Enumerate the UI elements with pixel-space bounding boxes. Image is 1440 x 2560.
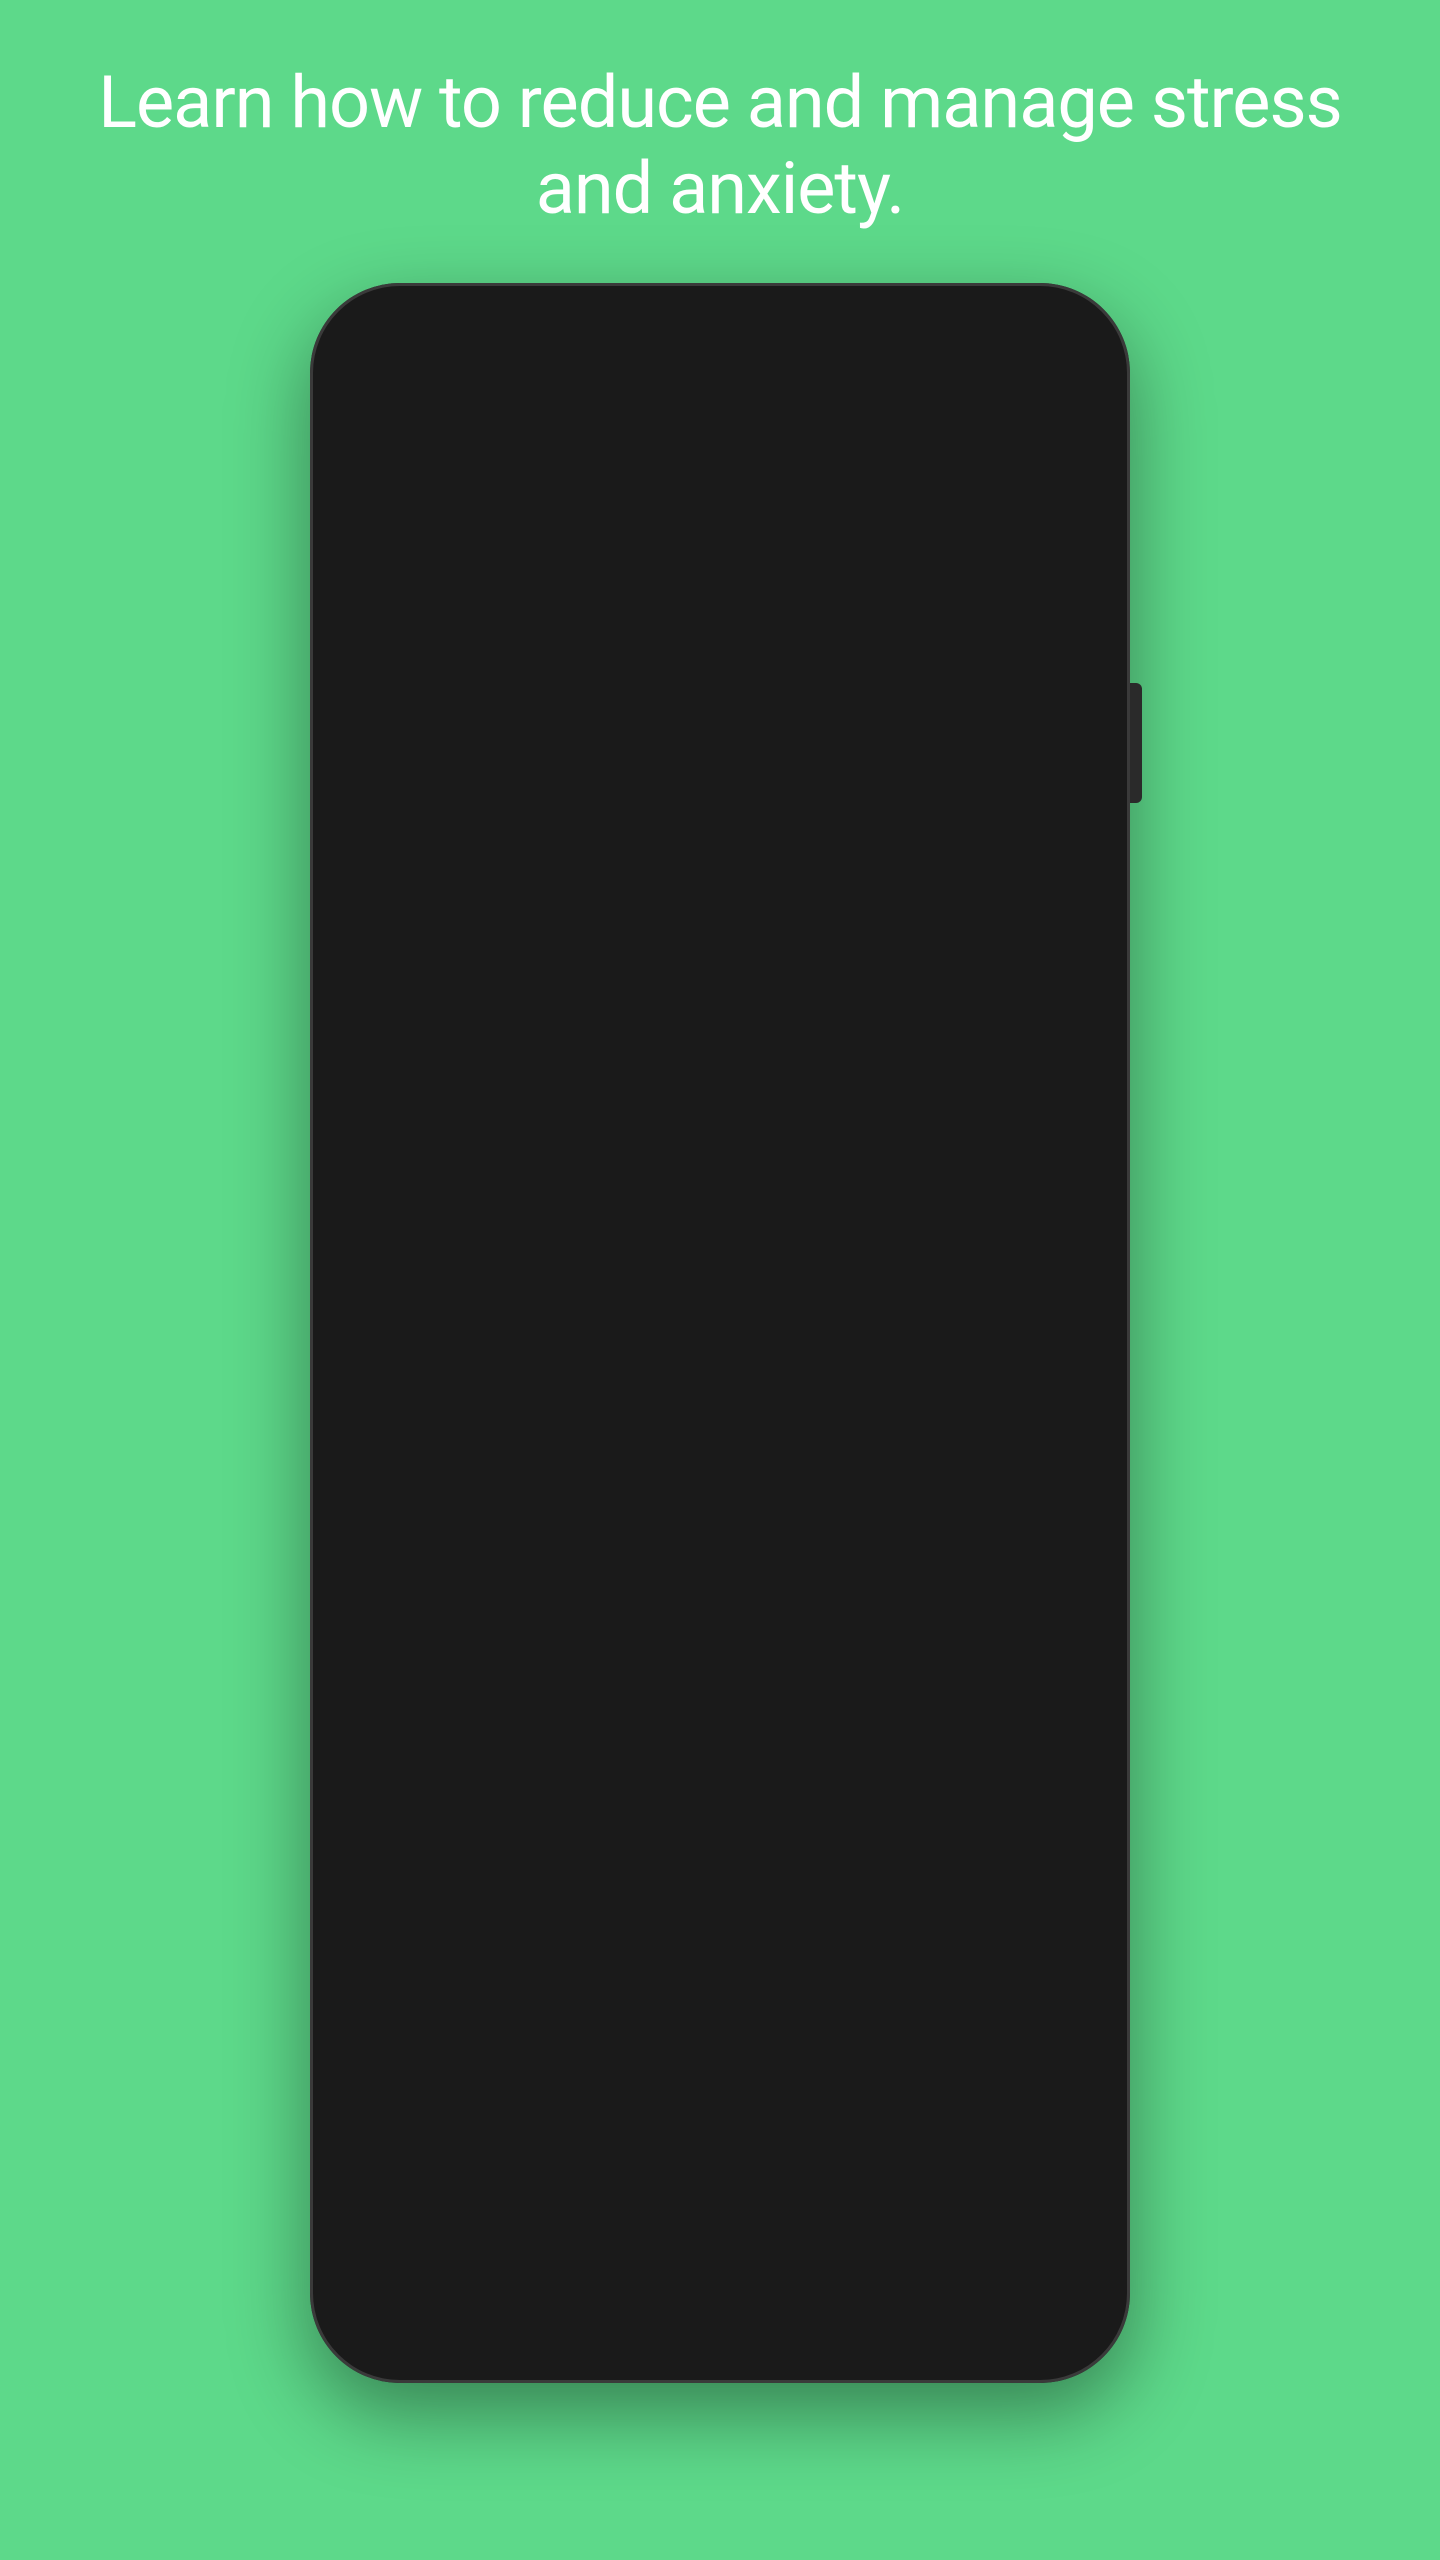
explore-icon <box>846 2238 890 2282</box>
card-title-introduction: Introduction <box>368 466 1010 506</box>
app-header: HABITS <box>340 373 1100 431</box>
nav-item-habits[interactable]: Habits <box>646 2228 794 2317</box>
status-icons: ⏰ 🔷 🔇 📶 ▌▌▌ 92% 🔋 <box>787 334 1060 360</box>
bluetooth-icon: 🔷 <box>823 334 850 359</box>
habit-card-active[interactable]: Be Active You can boost your energy and … <box>340 851 1100 1061</box>
card-desc-active: You can boost your energy and your brain… <box>368 936 1010 1028</box>
nav-label-feed: Feed <box>552 2289 591 2310</box>
battery-icon: 92% <box>984 334 1025 359</box>
nav-item-charley[interactable]: Charley <box>350 2235 498 2310</box>
habits-list: Introduction Five ways to wellbeing will… <box>340 431 1100 2215</box>
alarm-icon: ⏰ <box>787 334 814 359</box>
card-arrow-notice[interactable]: › <box>1024 1139 1076 1191</box>
signal-icon: ▌▌▌ <box>929 334 976 360</box>
card-arrow-connect[interactable]: › <box>1024 719 1076 771</box>
card-content-give: Give <box>340 1481 1100 1629</box>
home-bar <box>650 2342 790 2348</box>
nav-icon-habits <box>688 2228 752 2292</box>
status-time: 10:38 <box>380 332 447 362</box>
card-arrow-introduction[interactable]: › <box>1024 509 1076 561</box>
nav-label-journal: Journal <box>986 2289 1046 2310</box>
card-content-learning: Keep Learning All work and no play makes… <box>340 1271 1100 1479</box>
habit-card-learning[interactable]: Keep Learning All work and no play makes… <box>340 1271 1100 1481</box>
card-desc-connect: Even the most sociable people can feel l… <box>368 726 1010 818</box>
page-header: Learn how to reduce and manage stress an… <box>0 0 1440 273</box>
card-title-connect: Connect <box>368 676 1010 716</box>
nav-icon-feed <box>547 2235 597 2285</box>
charley-icon <box>402 2238 446 2282</box>
status-bar: 10:38 ⏰ 🔷 🔇 📶 ▌▌▌ 92% 🔋 <box>340 313 1100 373</box>
habit-card-connect[interactable]: Connect Even the most sociable people ca… <box>340 641 1100 851</box>
card-title-give: Give <box>368 1532 1010 1572</box>
nav-label-charley: Charley <box>394 2289 454 2310</box>
card-title-active: Be Active <box>368 886 1010 926</box>
nav-label-habits: Habits <box>694 2296 747 2317</box>
card-arrow-active[interactable]: › <box>1024 929 1076 981</box>
habits-icon <box>688 2228 752 2292</box>
battery-full-icon: 🔋 <box>1033 334 1060 359</box>
nav-icon-explore <box>843 2235 893 2285</box>
nav-item-explore[interactable]: Explore <box>794 2235 942 2310</box>
wifi-icon: 📶 <box>894 334 921 359</box>
card-arrow-learning[interactable]: › <box>1024 1349 1076 1401</box>
home-indicator <box>340 2337 1100 2353</box>
habit-card-notice[interactable]: Take Notice The Human mind is both a gif… <box>340 1061 1100 1271</box>
phone-wrapper: 10:38 ⏰ 🔷 🔇 📶 ▌▌▌ 92% 🔋 HABITS <box>310 283 1130 2383</box>
mute-icon: 🔇 <box>858 334 885 359</box>
nav-item-feed[interactable]: Feed <box>498 2235 646 2310</box>
card-content-active: Be Active You can boost your energy and … <box>340 851 1100 1059</box>
card-title-learning: Keep Learning <box>368 1306 1010 1346</box>
card-content-connect: Connect Even the most sociable people ca… <box>340 641 1100 849</box>
app-title: HABITS <box>340 385 1100 415</box>
bottom-nav: Charley Feed <box>340 2215 1100 2337</box>
card-content-introduction: Introduction Five ways to wellbeing will… <box>340 431 1100 639</box>
card-desc-learning: All work and no play makes jack a dull b… <box>368 1356 1010 1448</box>
nav-icon-journal <box>991 2235 1041 2285</box>
journal-icon <box>994 2238 1038 2282</box>
page-title: Learn how to reduce and manage stress an… <box>80 60 1360 233</box>
card-content-notice: Take Notice The Human mind is both a gif… <box>340 1061 1100 1269</box>
card-desc-notice: The Human mind is both a gift and a curs… <box>368 1146 1010 1238</box>
nav-label-explore: Explore <box>838 2289 897 2310</box>
feed-icon <box>550 2238 594 2282</box>
habit-card-give[interactable]: Give <box>340 1481 1100 1631</box>
nav-item-journal[interactable]: Journal <box>942 2235 1090 2310</box>
card-title-notice: Take Notice <box>368 1096 1010 1136</box>
nav-icon-charley <box>399 2235 449 2285</box>
habit-card-introduction[interactable]: Introduction Five ways to wellbeing will… <box>340 431 1100 641</box>
card-desc-introduction: Five ways to wellbeing will help protect… <box>368 516 1010 608</box>
phone-screen: 10:38 ⏰ 🔷 🔇 📶 ▌▌▌ 92% 🔋 HABITS <box>340 313 1100 2353</box>
